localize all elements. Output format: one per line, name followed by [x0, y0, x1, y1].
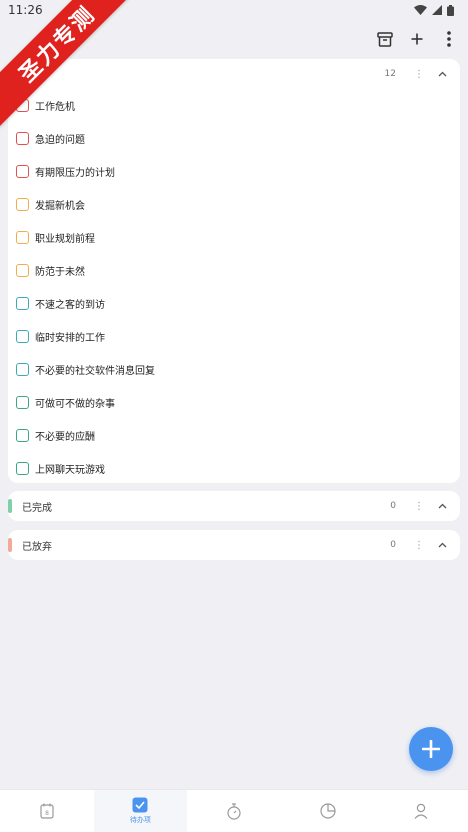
task-label: 上网聊天玩游戏	[35, 465, 105, 476]
completed-header[interactable]: 已完成 0 ⋮	[8, 491, 460, 521]
task-item[interactable]: 不必要的应酬	[8, 419, 460, 452]
nav-profile[interactable]	[374, 790, 468, 832]
battery-icon	[447, 4, 454, 16]
group-card-completed: 已完成 0 ⋮	[8, 491, 460, 521]
user-icon	[414, 803, 428, 819]
nav-todo[interactable]: 待办项	[93, 790, 188, 832]
completed-title: 已完成	[22, 502, 52, 514]
task-label: 有期限压力的计划	[35, 168, 115, 179]
chevron-up-icon	[438, 542, 446, 548]
nav-stats[interactable]	[281, 790, 375, 832]
abandoned-more-button[interactable]: ⋮	[414, 540, 424, 551]
add-button[interactable]	[408, 28, 426, 50]
task-item[interactable]: 上网聊天玩游戏	[8, 452, 460, 485]
top-toolbar	[376, 26, 458, 52]
task-checkbox[interactable]	[16, 198, 29, 211]
chevron-up-icon	[438, 503, 446, 509]
pie-chart-icon	[319, 803, 336, 819]
task-label: 急迫的问题	[35, 135, 85, 146]
task-item[interactable]: 有期限压力的计划	[8, 155, 460, 188]
stopwatch-icon	[227, 802, 241, 820]
group-more-button[interactable]: ⋮	[414, 69, 424, 80]
completed-more-button[interactable]: ⋮	[414, 501, 424, 512]
more-button[interactable]	[440, 28, 458, 50]
completed-count: 0	[390, 501, 396, 511]
task-item[interactable]: 防范于未然	[8, 254, 460, 287]
task-item[interactable]: 不必要的社交软件消息回复	[8, 353, 460, 386]
abandoned-header[interactable]: 已放弃 0 ⋮	[8, 530, 460, 560]
status-time: 11:26	[8, 3, 43, 17]
abandoned-accent-bar	[8, 538, 12, 552]
archive-icon	[377, 31, 393, 47]
group-header[interactable]: 分组 12 ⋮	[8, 59, 460, 89]
completed-accent-bar	[8, 499, 12, 513]
task-item[interactable]: 职业规划前程	[8, 221, 460, 254]
plus-icon	[422, 740, 440, 758]
task-label: 不速之客的到访	[35, 300, 105, 311]
task-label: 防范于未然	[35, 267, 85, 278]
task-checkbox[interactable]	[16, 132, 29, 145]
archive-button[interactable]	[376, 28, 394, 50]
nav-calendar[interactable]: 8	[0, 790, 94, 832]
completed-collapse-button[interactable]	[436, 500, 448, 512]
bottom-nav: 8 待办项	[0, 789, 468, 832]
task-label: 临时安排的工作	[35, 333, 105, 344]
group-count: 12	[384, 69, 396, 79]
task-checkbox[interactable]	[16, 429, 29, 442]
task-checkbox[interactable]	[16, 297, 29, 310]
group-collapse-button[interactable]	[436, 68, 448, 80]
task-item[interactable]: 发掘新机会	[8, 188, 460, 221]
task-item[interactable]: 工作危机	[8, 89, 460, 122]
checkbox-checked-icon	[132, 797, 148, 813]
wifi-icon	[414, 5, 427, 15]
task-checkbox[interactable]	[16, 264, 29, 277]
task-label: 发掘新机会	[35, 201, 85, 212]
calendar-icon: 8	[40, 803, 54, 819]
status-icons	[414, 4, 454, 16]
task-label: 职业规划前程	[35, 234, 95, 245]
signal-icon	[432, 5, 442, 15]
task-item[interactable]: 可做可不做的杂事	[8, 386, 460, 419]
svg-text:8: 8	[45, 810, 49, 817]
abandoned-title: 已放弃	[22, 541, 52, 553]
group-title: 分组	[22, 67, 385, 82]
nav-todo-label: 待办项	[129, 816, 151, 824]
task-item[interactable]: 不速之客的到访	[8, 287, 460, 320]
abandoned-collapse-button[interactable]	[436, 539, 448, 551]
task-item[interactable]: 急迫的问题	[8, 122, 460, 155]
task-label: 不必要的应酬	[35, 432, 95, 443]
task-label: 可做可不做的杂事	[35, 399, 115, 410]
task-checkbox[interactable]	[16, 165, 29, 178]
task-checkbox[interactable]	[16, 231, 29, 244]
task-checkbox[interactable]	[16, 396, 29, 409]
more-vertical-icon	[447, 31, 451, 47]
task-checkbox[interactable]	[16, 462, 29, 475]
plus-icon	[411, 33, 423, 45]
nav-timer[interactable]	[187, 790, 281, 832]
group-card-main: 分组 12 ⋮ 工作危机 急迫的问题 有期限压力的计划 发掘新机会 职业规划前程…	[8, 59, 460, 483]
task-checkbox[interactable]	[16, 363, 29, 376]
task-checkbox[interactable]	[16, 330, 29, 343]
task-item[interactable]: 临时安排的工作	[8, 320, 460, 353]
task-label: 不必要的社交软件消息回复	[35, 366, 155, 377]
abandoned-count: 0	[390, 540, 396, 550]
chevron-up-icon	[438, 71, 446, 77]
add-task-fab[interactable]	[409, 727, 453, 771]
task-label: 工作危机	[35, 102, 75, 113]
task-list: 工作危机 急迫的问题 有期限压力的计划 发掘新机会 职业规划前程 防范于未然 不…	[8, 89, 460, 485]
group-card-abandoned: 已放弃 0 ⋮	[8, 530, 460, 560]
